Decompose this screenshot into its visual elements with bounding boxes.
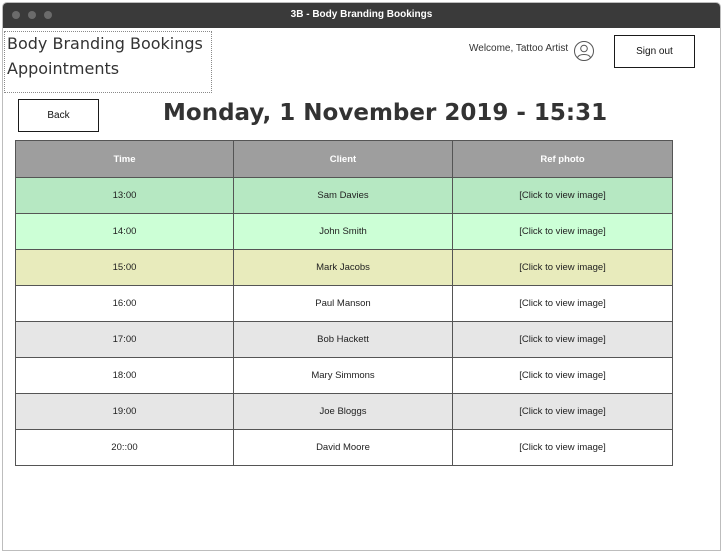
client-cell: John Smith — [233, 213, 453, 250]
table-row[interactable]: 17:00 Bob Hackett [Click to view image] — [15, 321, 673, 358]
column-header-photo: Ref photo — [452, 140, 673, 178]
bookings-table: Time Client Ref photo 13:00 Sam Davies [… — [15, 140, 673, 466]
table-row[interactable]: 18:00 Mary Simmons [Click to view image] — [15, 357, 673, 394]
table-row[interactable]: 13:00 Sam Davies [Click to view image] — [15, 177, 673, 214]
page-title: Monday, 1 November 2019 - 15:31 — [163, 100, 608, 126]
section-title: Appointments — [7, 59, 120, 78]
view-image-link[interactable]: [Click to view image] — [452, 429, 673, 466]
table-row[interactable]: 14:00 John Smith [Click to view image] — [15, 213, 673, 250]
view-image-link[interactable]: [Click to view image] — [452, 393, 673, 430]
client-cell: Mary Simmons — [233, 357, 453, 394]
column-header-time: Time — [15, 140, 234, 178]
view-image-link[interactable]: [Click to view image] — [452, 213, 673, 250]
table-row[interactable]: 19:00 Joe Bloggs [Click to view image] — [15, 393, 673, 430]
table-row[interactable]: 15:00 Mark Jacobs [Click to view image] — [15, 249, 673, 286]
title-bar: 3B - Body Branding Bookings — [3, 3, 720, 28]
view-image-link[interactable]: [Click to view image] — [452, 285, 673, 322]
table-header-row: Time Client Ref photo — [15, 140, 673, 178]
sign-out-button[interactable]: Sign out — [614, 35, 695, 68]
time-cell: 20::00 — [15, 429, 234, 466]
view-image-link[interactable]: [Click to view image] — [452, 177, 673, 214]
window-title: 3B - Body Branding Bookings — [290, 9, 433, 20]
back-button[interactable]: Back — [18, 99, 99, 132]
client-cell: David Moore — [233, 429, 453, 466]
welcome-text: Welcome, Tattoo Artist — [469, 43, 569, 54]
client-cell: Paul Manson — [233, 285, 453, 322]
client-cell: Bob Hackett — [233, 321, 453, 358]
time-cell: 17:00 — [15, 321, 234, 358]
time-cell: 14:00 — [15, 213, 234, 250]
client-cell: Mark Jacobs — [233, 249, 453, 286]
time-cell: 15:00 — [15, 249, 234, 286]
time-cell: 19:00 — [15, 393, 234, 430]
view-image-link[interactable]: [Click to view image] — [452, 249, 673, 286]
time-cell: 16:00 — [15, 285, 234, 322]
column-header-client: Client — [233, 140, 453, 178]
app-window: 3B - Body Branding Bookings Body Brandin… — [2, 2, 721, 551]
client-cell: Sam Davies — [233, 177, 453, 214]
table-row[interactable]: 16:00 Paul Manson [Click to view image] — [15, 285, 673, 322]
table-row[interactable]: 20::00 David Moore [Click to view image] — [15, 429, 673, 466]
brand-name: Body Branding Bookings — [7, 34, 203, 53]
brand-box: Body Branding Bookings Appointments — [4, 31, 212, 93]
time-cell: 18:00 — [15, 357, 234, 394]
time-cell: 13:00 — [15, 177, 234, 214]
user-avatar-icon[interactable] — [573, 40, 595, 62]
client-cell: Joe Bloggs — [233, 393, 453, 430]
view-image-link[interactable]: [Click to view image] — [452, 357, 673, 394]
view-image-link[interactable]: [Click to view image] — [452, 321, 673, 358]
